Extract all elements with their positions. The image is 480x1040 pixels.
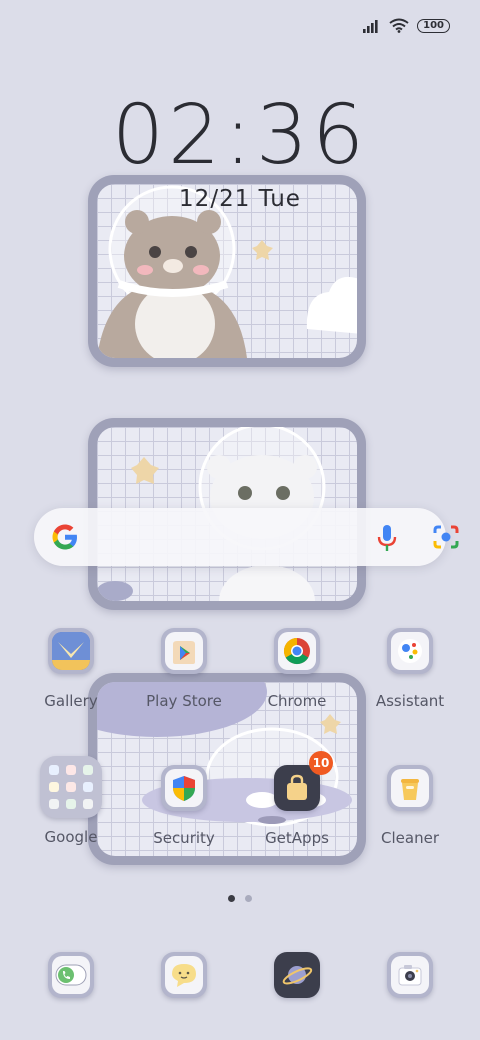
clock-date[interactable]: 12/21 Tue: [0, 186, 480, 212]
clock-time[interactable]: 02:36: [0, 88, 480, 183]
page-dot-active: [228, 895, 235, 902]
dock-messages[interactable]: [134, 952, 234, 998]
app-label: GetApps: [265, 829, 329, 847]
app-label: Security: [153, 829, 215, 847]
wifi-icon: [389, 18, 409, 33]
google-search-bar[interactable]: [34, 508, 459, 566]
shield-icon: [165, 769, 203, 807]
notification-badge: 10: [309, 751, 333, 775]
gallery-icon: [52, 632, 90, 670]
signal-icon: [363, 19, 378, 33]
shopping-bag-icon: [278, 769, 316, 807]
folder-google[interactable]: Google: [21, 756, 121, 846]
google-g-icon[interactable]: [50, 522, 80, 552]
phone-icon: [52, 956, 90, 994]
app-security[interactable]: Security: [134, 765, 234, 847]
app-play-store[interactable]: Play Store: [134, 628, 234, 710]
dock-browser[interactable]: [247, 952, 347, 998]
app-label: Gallery: [44, 692, 98, 710]
assistant-icon: [391, 632, 429, 670]
play-store-icon: [165, 632, 203, 670]
status-bar: 100: [363, 18, 450, 33]
app-label: Assistant: [375, 692, 445, 710]
mic-icon[interactable]: [376, 523, 398, 553]
messages-icon: [165, 956, 203, 994]
folder-icon: [40, 756, 102, 818]
app-label: Chrome: [267, 692, 327, 710]
chrome-icon: [278, 632, 316, 670]
trash-icon: [391, 769, 429, 807]
camera-icon: [391, 956, 429, 994]
app-label: Google: [44, 828, 98, 846]
dock-camera[interactable]: [360, 952, 460, 998]
page-indicator[interactable]: [228, 895, 252, 902]
planet-browser-icon: [278, 956, 316, 994]
app-chrome[interactable]: Chrome: [247, 628, 347, 710]
app-getapps[interactable]: 10 GetApps: [247, 751, 347, 847]
app-gallery[interactable]: Gallery: [21, 628, 121, 710]
lens-camera-icon[interactable]: [432, 524, 460, 550]
app-label: Cleaner: [381, 829, 439, 847]
app-label: Play Store: [146, 692, 222, 710]
app-assistant[interactable]: Assistant: [360, 628, 460, 710]
battery-indicator: 100: [417, 18, 450, 33]
app-cleaner[interactable]: Cleaner: [360, 765, 460, 847]
page-dot: [245, 895, 252, 902]
dock-phone[interactable]: [21, 952, 121, 998]
